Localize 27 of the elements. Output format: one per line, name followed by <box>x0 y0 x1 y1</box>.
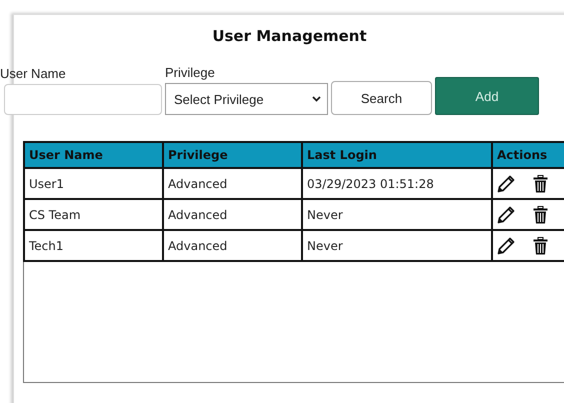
user-name-input[interactable] <box>4 84 162 115</box>
table-cell: User1 <box>24 168 163 199</box>
table-cell: Tech1 <box>24 230 163 261</box>
table-cell: Never <box>302 230 492 261</box>
privilege-dropdown[interactable]: Select Privilege <box>165 83 328 115</box>
column-header: Privilege <box>163 142 302 168</box>
column-header: Actions <box>492 142 564 168</box>
page-title: User Management <box>211 27 368 45</box>
table-cell: Advanced <box>163 230 302 261</box>
pencil-icon[interactable] <box>497 174 515 192</box>
table-cell: Never <box>302 199 492 230</box>
trash-icon[interactable] <box>533 236 548 254</box>
search-button[interactable]: Search <box>331 81 432 115</box>
trash-icon[interactable] <box>533 206 548 224</box>
trash-icon[interactable] <box>533 174 548 192</box>
table-cell: Advanced <box>163 199 302 230</box>
column-header: User Name <box>24 142 163 168</box>
table-cell: CS Team <box>24 199 163 230</box>
pencil-icon[interactable] <box>497 206 515 224</box>
add-button[interactable]: Add <box>435 77 539 115</box>
table-cell: Advanced <box>163 168 302 199</box>
pencil-icon[interactable] <box>497 236 515 254</box>
column-header: Last Login <box>302 142 492 168</box>
field-label: User Name <box>0 66 67 81</box>
field-label: Privilege <box>165 65 216 80</box>
chevron-down-icon <box>312 96 321 102</box>
table-cell: 03/29/2023 01:51:28 <box>302 168 492 199</box>
